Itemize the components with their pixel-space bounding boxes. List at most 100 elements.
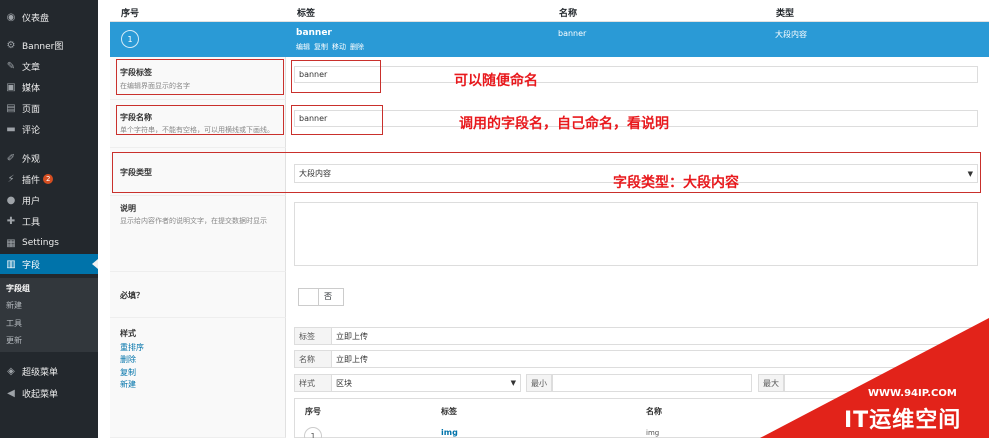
highlight-box-label-input bbox=[291, 60, 381, 93]
sub-col-label-header: 标签 bbox=[441, 407, 457, 416]
reorder-link[interactable]: 重排序 bbox=[120, 342, 144, 353]
annotation-type: 字段类型：大段内容 bbox=[613, 175, 739, 191]
menu-label: 文章 bbox=[22, 62, 41, 73]
required-title: 必填？ bbox=[120, 291, 144, 300]
layout-min-input[interactable] bbox=[552, 374, 752, 392]
duplicate-link[interactable]: 复制 bbox=[314, 42, 328, 52]
menu-appearance[interactable]: ✐ 外观 bbox=[0, 148, 98, 168]
highlight-box-type bbox=[112, 152, 981, 193]
highlight-box-name-input bbox=[291, 105, 383, 135]
field-row-type: 大段内容 bbox=[775, 30, 807, 39]
duplicate-layout-link[interactable]: 复制 bbox=[120, 367, 136, 378]
watermark-text: IT运维空间 bbox=[844, 408, 962, 433]
submenu-add-new[interactable]: 新建 bbox=[6, 300, 22, 311]
menu-label: 媒体 bbox=[22, 83, 41, 94]
menu-label: 外观 bbox=[22, 154, 41, 165]
menu-media[interactable]: ▣ 媒体 bbox=[0, 77, 98, 97]
collapse-icon: ◀ bbox=[7, 387, 15, 399]
dashboard-icon: ◉ bbox=[6, 11, 16, 23]
field-order-handle[interactable]: 1 bbox=[121, 30, 139, 48]
menu-posts[interactable]: ✎ 文章 bbox=[0, 56, 98, 76]
menu-comments[interactable]: ▬ 评论 bbox=[0, 119, 98, 139]
gear-icon: ⚙ bbox=[6, 39, 16, 51]
comment-icon: ▬ bbox=[6, 123, 16, 135]
field-label-input[interactable]: banner bbox=[294, 66, 978, 83]
required-toggle[interactable]: 否 bbox=[298, 288, 344, 306]
field-row-highlighted[interactable]: 1 banner 编辑 复制 移动 删除 banner 大段内容 bbox=[110, 22, 989, 57]
menu-settings[interactable]: ▦ Settings bbox=[0, 233, 98, 253]
toggle-knob bbox=[299, 289, 319, 305]
media-icon: ▣ bbox=[6, 81, 16, 93]
settings-icon: ▦ bbox=[6, 237, 16, 249]
col-label-header: 标签 bbox=[297, 9, 316, 19]
user-icon: ● bbox=[6, 194, 16, 206]
menu-label: 字段 bbox=[22, 260, 41, 271]
sub-col-name-header: 名称 bbox=[646, 407, 662, 416]
chevron-down-icon: ▼ bbox=[510, 379, 516, 387]
layout-style-selected: 区块 bbox=[336, 378, 352, 388]
menu-tools[interactable]: ✚ 工具 bbox=[0, 211, 98, 231]
menu-banner[interactable]: ⚙ Banner图 bbox=[0, 35, 98, 55]
menu-dashboard[interactable]: ◉ 仪表盘 bbox=[0, 7, 98, 27]
menu-users[interactable]: ● 用户 bbox=[0, 190, 98, 210]
menu-label: 收起菜单 bbox=[22, 389, 59, 400]
menu-pages[interactable]: ▤ 页面 bbox=[0, 98, 98, 118]
col-type-header: 类型 bbox=[776, 9, 795, 19]
cube-icon: ◈ bbox=[7, 365, 15, 377]
update-count-badge: 2 bbox=[43, 174, 54, 184]
menu-label: 超级菜单 bbox=[22, 367, 59, 378]
field-row-actions: 编辑 复制 移动 删除 bbox=[296, 42, 364, 52]
watermark-url: WWW.94IP.COM bbox=[868, 388, 957, 399]
annotation-name: 调用的字段名，自己命名，看说明 bbox=[459, 116, 669, 132]
admin-sidebar: ◉ 仪表盘 ⚙ Banner图 ✎ 文章 ▣ 媒体 ▤ 页面 ▬ 评论 ✐ 外观 ⚡ 插件 2 ●… bbox=[0, 0, 98, 438]
instructions-title: 说明 bbox=[120, 204, 136, 213]
layout-label-prefix: 标签 bbox=[294, 327, 332, 345]
delete-link[interactable]: 删除 bbox=[350, 42, 364, 52]
menu-label: 页面 bbox=[22, 104, 41, 115]
highlight-box-label-title bbox=[116, 59, 284, 95]
layout-title: 样式 bbox=[120, 329, 136, 338]
menu-label: 评论 bbox=[22, 125, 41, 136]
sub-col-order-header: 序号 bbox=[305, 407, 321, 416]
highlight-box-name-title bbox=[116, 105, 284, 135]
sub-field-name: img bbox=[646, 429, 660, 437]
page-icon: ▤ bbox=[6, 102, 16, 114]
layout-style-prefix: 样式 bbox=[294, 374, 332, 392]
layout-min-prefix: 最小 bbox=[526, 374, 552, 392]
submenu-field-groups[interactable]: 字段组 bbox=[6, 283, 30, 294]
required-toggle-label: 否 bbox=[324, 292, 332, 301]
menu-plugins[interactable]: ⚡ 插件 2 bbox=[0, 169, 98, 189]
menu-super-menu[interactable]: ◈ 超级菜单 bbox=[0, 361, 98, 381]
layout-name-prefix: 名称 bbox=[294, 350, 332, 368]
menu-fields[interactable]: ▥ 字段 bbox=[0, 254, 98, 274]
menu-label: 插件 bbox=[22, 175, 41, 186]
submenu-tools[interactable]: 工具 bbox=[6, 318, 22, 329]
edit-link[interactable]: 编辑 bbox=[296, 42, 310, 52]
instructions-textarea[interactable] bbox=[294, 202, 978, 266]
delete-layout-link[interactable]: 删除 bbox=[120, 354, 136, 365]
menu-label: Settings bbox=[22, 238, 59, 248]
wrench-icon: ✚ bbox=[6, 215, 16, 227]
menu-label: Banner图 bbox=[22, 41, 64, 52]
menu-label: 工具 bbox=[22, 217, 41, 228]
submenu-updates[interactable]: 更新 bbox=[6, 335, 22, 346]
pin-icon: ✎ bbox=[6, 60, 16, 72]
sub-field-label[interactable]: img bbox=[441, 428, 458, 437]
fields-submenu: 字段组 新建 工具 更新 bbox=[0, 278, 98, 352]
instructions-desc: 显示给内容作者的说明文字，在提交数据时显示 bbox=[120, 217, 267, 225]
layout-style-select[interactable]: 区块 ▼ bbox=[331, 374, 521, 392]
add-layout-link[interactable]: 新建 bbox=[120, 379, 136, 390]
label-cell-instructions bbox=[110, 196, 286, 272]
menu-label: 仪表盘 bbox=[22, 13, 50, 24]
collapse-menu[interactable]: ◀ 收起菜单 bbox=[0, 383, 98, 403]
plugin-icon: ⚡ bbox=[7, 173, 15, 185]
field-row-name: banner bbox=[558, 29, 587, 38]
menu-label: 用户 bbox=[22, 196, 41, 207]
move-link[interactable]: 移动 bbox=[332, 42, 346, 52]
col-order-header: 序号 bbox=[121, 9, 140, 19]
sub-field-order-handle[interactable]: 1 bbox=[304, 427, 322, 438]
fields-icon: ▥ bbox=[6, 258, 16, 270]
field-row-label[interactable]: banner bbox=[296, 28, 332, 38]
label-cell-layout bbox=[110, 318, 286, 438]
brush-icon: ✐ bbox=[6, 152, 16, 164]
